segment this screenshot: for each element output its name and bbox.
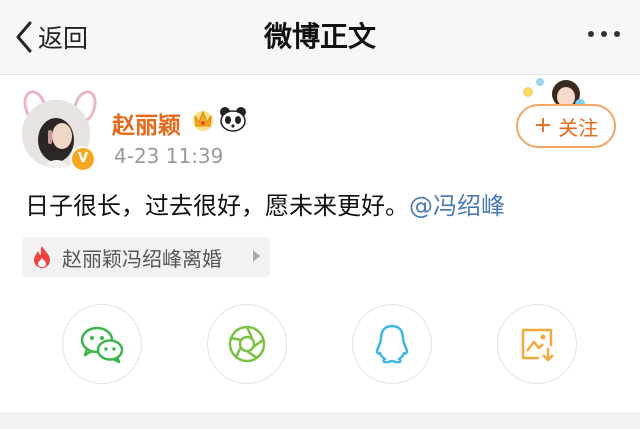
- fire-icon: [34, 246, 50, 268]
- crown-badge-icon: [193, 110, 213, 131]
- topic-tag[interactable]: 赵丽颖冯绍峰离婚: [22, 237, 270, 277]
- dot-icon: [588, 31, 594, 37]
- share-moments-button[interactable]: [207, 304, 287, 384]
- username[interactable]: 赵丽颖: [112, 106, 181, 140]
- follow-button[interactable]: + 关注: [516, 104, 616, 148]
- save-image-icon: [521, 328, 554, 362]
- follow-label: 关注: [558, 115, 599, 140]
- dot-icon: [614, 31, 620, 37]
- qq-icon: [375, 324, 409, 364]
- chevron-right-icon: [253, 250, 260, 262]
- bottom-divider: [0, 412, 640, 429]
- avatar[interactable]: V: [19, 87, 101, 172]
- page-title: 微博正文: [263, 20, 376, 53]
- moments-icon: [228, 325, 266, 363]
- plus-icon: +: [533, 113, 553, 138]
- nav-bar: 返回 微博正文: [0, 0, 640, 75]
- post-text: 日子很长，过去很好，愿未来更好。: [25, 192, 409, 220]
- panda-badge-icon: [220, 107, 246, 132]
- more-options-button[interactable]: [588, 31, 620, 37]
- dot-icon: [601, 31, 607, 37]
- post-timestamp: 4-23 11:39: [114, 144, 224, 168]
- mention-link[interactable]: @冯绍峰: [409, 192, 505, 220]
- wechat-icon: [80, 326, 124, 364]
- topic-label: 赵丽颖冯绍峰离婚: [62, 246, 222, 271]
- share-qq-button[interactable]: [352, 304, 432, 384]
- post-content: 日子很长，过去很好，愿未来更好。@冯绍峰: [25, 186, 505, 221]
- save-image-button[interactable]: [497, 304, 577, 384]
- verified-badge-icon: V: [70, 146, 96, 172]
- share-wechat-button[interactable]: [62, 304, 142, 384]
